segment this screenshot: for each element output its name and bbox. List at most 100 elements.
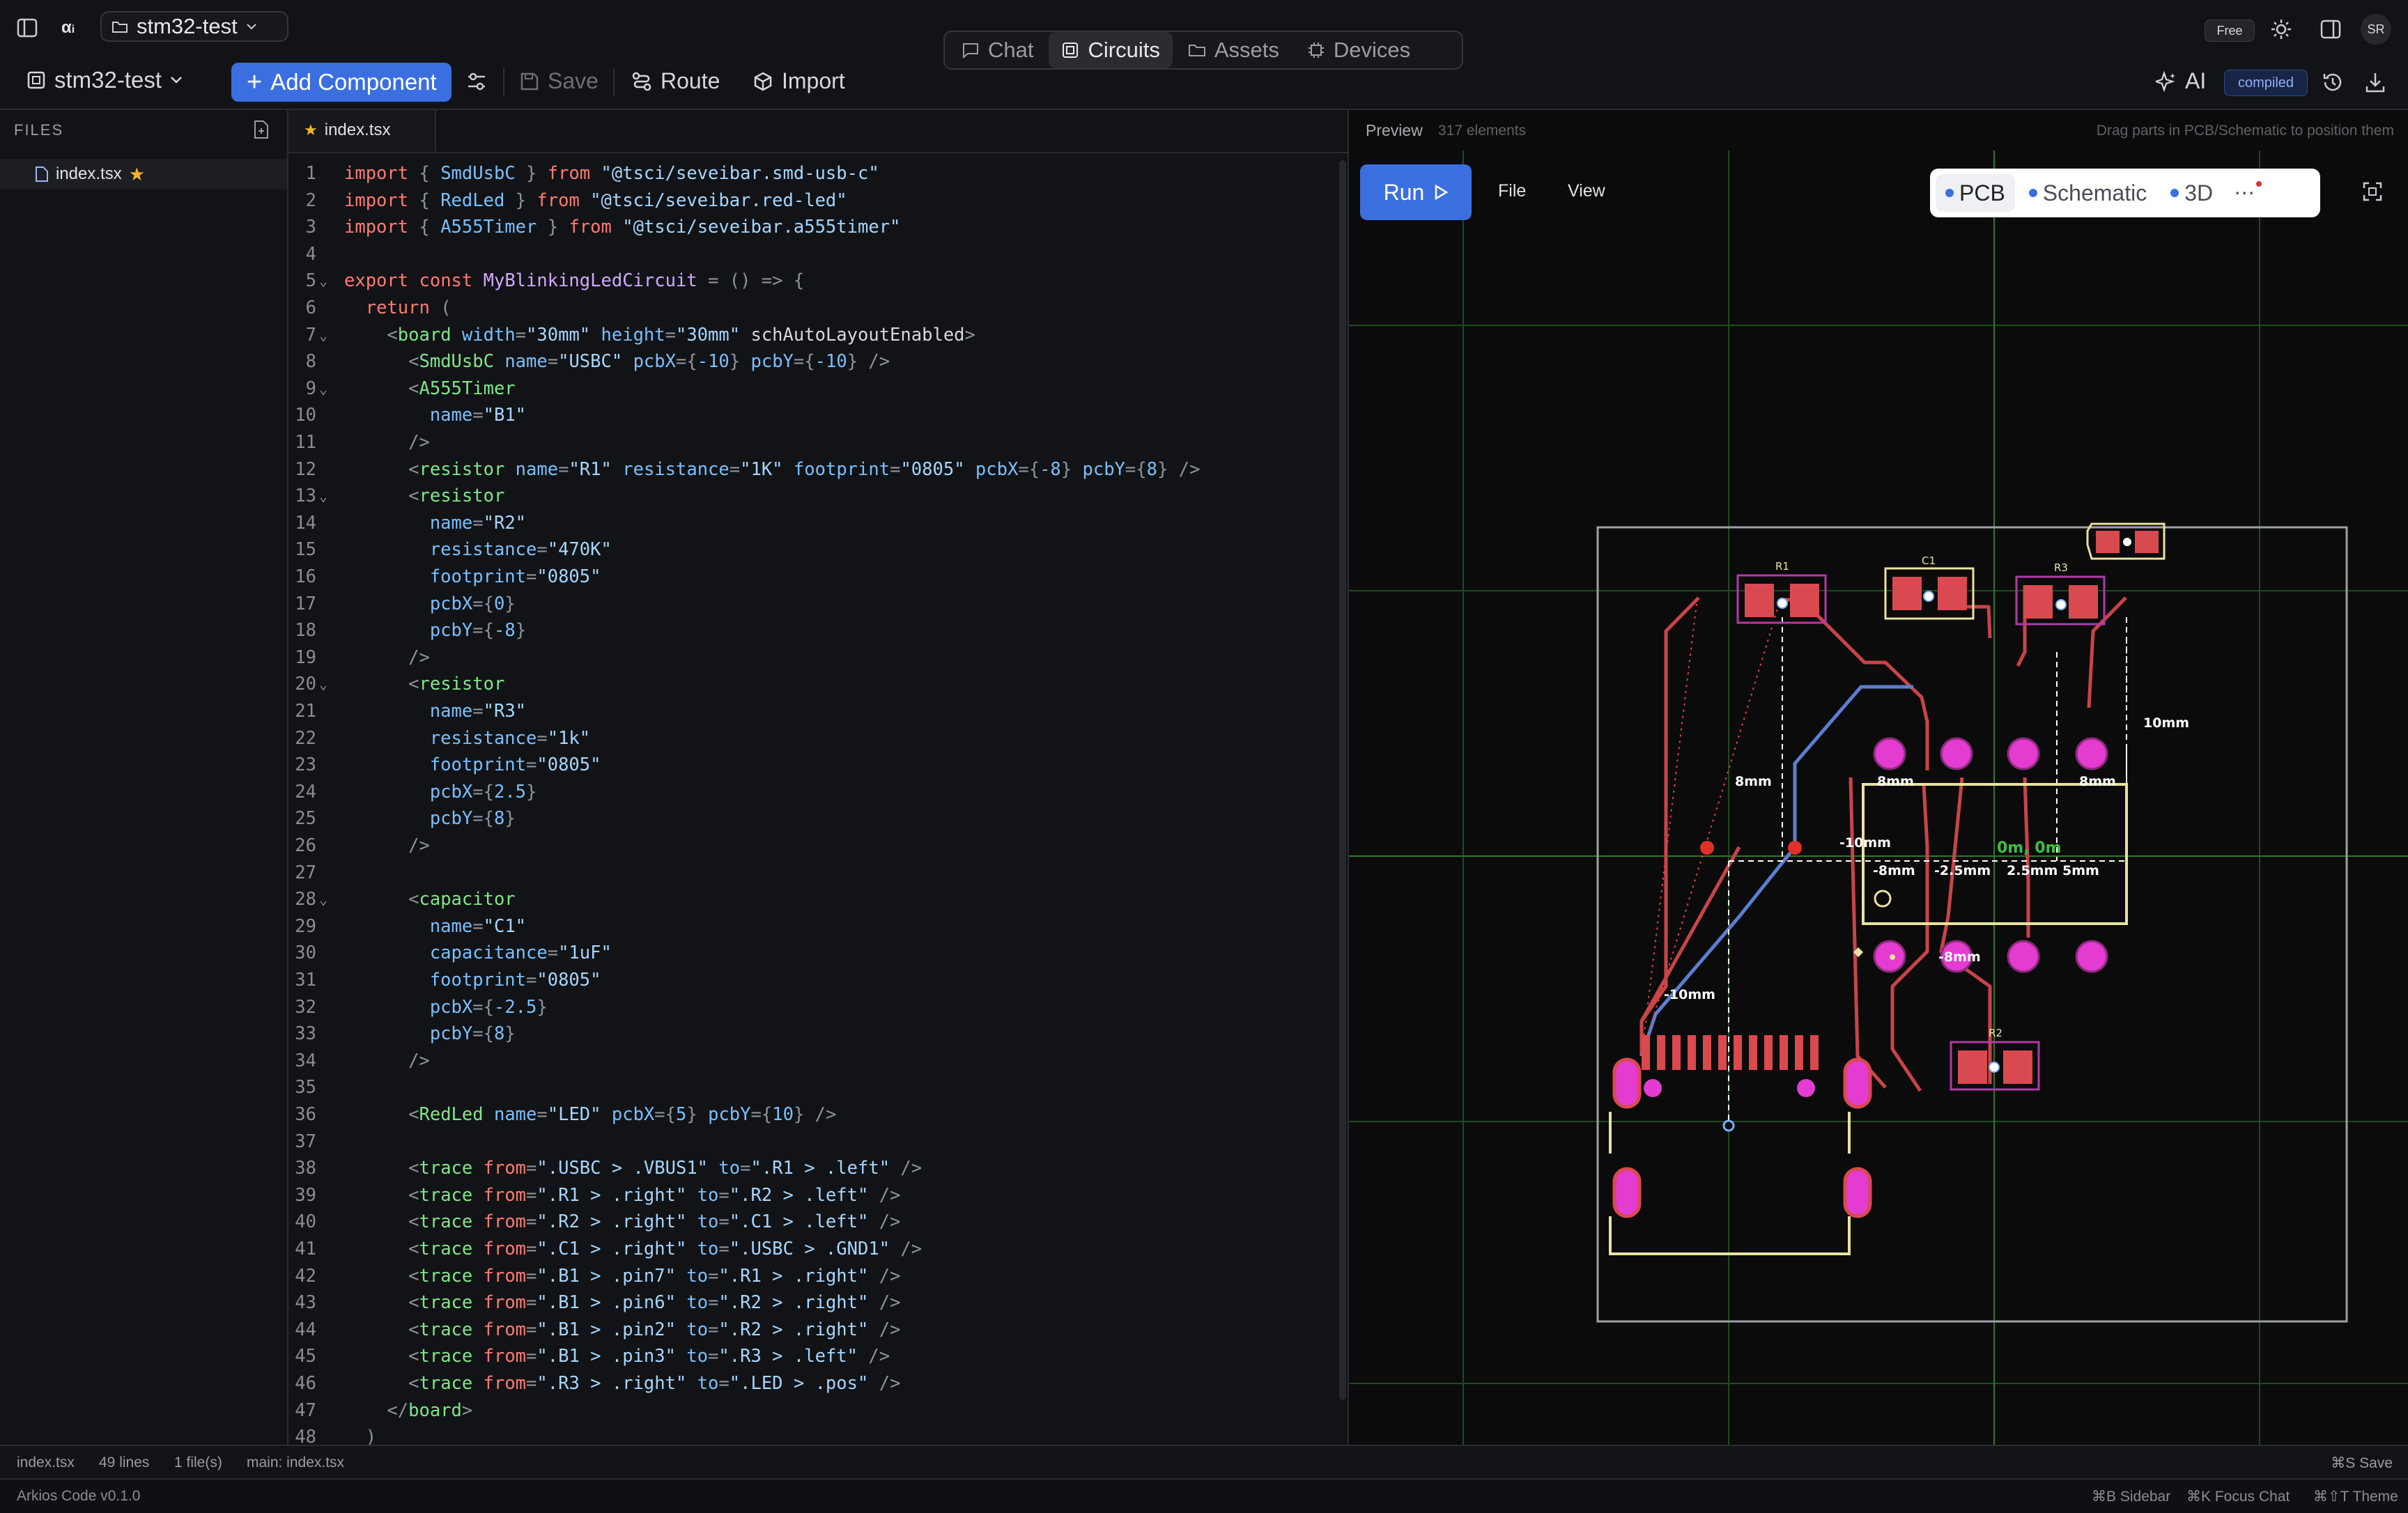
code-line[interactable]: 3 import { A555Timer } from "@tsci/seveib…	[288, 214, 1334, 240]
download-icon[interactable]	[2365, 71, 2386, 93]
code-text: <resistor name="R1" resistance="1K" foot…	[408, 458, 1201, 480]
code-line[interactable]: 38 <trace from=".USBC > .VBUS1" to=".R1 …	[288, 1155, 1334, 1181]
avatar[interactable]: SR	[2361, 14, 2391, 45]
fold-chevron-icon[interactable]: ⌄	[319, 375, 327, 402]
chevron-down-icon	[247, 24, 256, 30]
file-item-index[interactable]: index.tsx ★	[0, 159, 287, 189]
theme-toggle-icon[interactable]	[2270, 18, 2292, 40]
fold-chevron-icon[interactable]: ⌄	[319, 671, 327, 697]
fold-chevron-icon[interactable]: ⌄	[319, 886, 327, 913]
sidebar-toggle-icon[interactable]	[17, 18, 38, 38]
project-select[interactable]: stm32-test	[26, 67, 183, 93]
line-number: 8	[305, 351, 316, 373]
code-area[interactable]: 1 import { SmdUsbC } from "@tsci/seveibar…	[288, 160, 1334, 1445]
code-line[interactable]: 41 <trace from=".C1 > .right" to=".USBC …	[288, 1236, 1334, 1262]
tab-pcb[interactable]: PCB	[1936, 174, 2015, 212]
code-text: pcbX={-2.5}	[429, 996, 548, 1018]
line-number: 33	[295, 1023, 316, 1045]
save-button[interactable]: Save	[520, 68, 599, 94]
code-line[interactable]: 28 ⌄ <capacitor	[288, 886, 1334, 913]
add-component-button[interactable]: + Add Component	[231, 63, 452, 102]
tab-index-tsx[interactable]: ★ index.tsx	[288, 110, 436, 152]
code-line[interactable]: 33 pcbY={8}	[288, 1021, 1334, 1047]
code-line[interactable]: 1 import { SmdUsbC } from "@tsci/seveibar…	[288, 160, 1334, 187]
import-button[interactable]: Import	[752, 68, 845, 94]
line-number: 34	[295, 1050, 316, 1071]
code-line[interactable]: 36 <RedLed name="LED" pcbX={5} pcbY={10}…	[288, 1101, 1334, 1128]
more-options-icon[interactable]: ⋯	[2227, 180, 2262, 205]
settings-sliders-icon[interactable]	[465, 71, 488, 92]
tab-devices[interactable]: Devices	[1295, 32, 1423, 68]
code-line[interactable]: 48 )	[288, 1424, 1334, 1445]
panel-layout-icon[interactable]	[2320, 20, 2341, 39]
code-line[interactable]: 15 resistance="470K"	[288, 536, 1334, 563]
project-switcher[interactable]: stm32-test	[100, 11, 288, 42]
code-line[interactable]: 22 resistance="1k"	[288, 725, 1334, 752]
app-version: Arkios Code v0.1.0	[17, 1488, 141, 1504]
code-line[interactable]: 4	[288, 241, 1334, 267]
code-line[interactable]: 26 />	[288, 832, 1334, 859]
run-button[interactable]: Run	[1360, 164, 1472, 220]
code-line[interactable]: 11 />	[288, 429, 1334, 456]
code-line[interactable]: 47 </board>	[288, 1397, 1334, 1424]
code-line[interactable]: 2 import { RedLed } from "@tsci/seveibar.…	[288, 187, 1334, 214]
menu-file[interactable]: File	[1498, 181, 1526, 201]
fullscreen-icon[interactable]	[2362, 181, 2383, 202]
code-line[interactable]: 35	[288, 1074, 1334, 1101]
code-line[interactable]: 8 <SmdUsbC name="USBC" pcbX={-10} pcbY={…	[288, 348, 1334, 375]
code-line[interactable]: 44 <trace from=".B1 > .pin2" to=".R2 > .…	[288, 1317, 1334, 1343]
tab-3d[interactable]: 3D	[2161, 174, 2223, 212]
code-line[interactable]: 19 />	[288, 644, 1334, 671]
code-line[interactable]: 10 name="B1"	[288, 402, 1334, 428]
line-number: 30	[295, 942, 316, 964]
code-line[interactable]: 42 <trace from=".B1 > .pin7" to=".R1 > .…	[288, 1263, 1334, 1289]
code-line[interactable]: 9 ⌄ <A555Timer	[288, 375, 1334, 402]
code-line[interactable]: 14 name="R2"	[288, 510, 1334, 536]
tab-schematic[interactable]: Schematic	[2019, 174, 2156, 212]
code-line[interactable]: 17 pcbX={0}	[288, 591, 1334, 617]
code-line[interactable]: 37	[288, 1128, 1334, 1155]
code-line[interactable]: 43 <trace from=".B1 > .pin6" to=".R2 > .…	[288, 1289, 1334, 1316]
new-file-icon[interactable]	[252, 120, 270, 139]
line-number: 1	[305, 163, 316, 184]
tab-assets[interactable]: Assets	[1175, 32, 1292, 68]
tab-circuits[interactable]: Circuits	[1049, 32, 1173, 68]
preview-panel: Preview 317 elements Drag parts in PCB/S…	[1348, 110, 2408, 1445]
code-line[interactable]: 40 <trace from=".R2 > .right" to=".C1 > …	[288, 1209, 1334, 1235]
menu-view[interactable]: View	[1568, 181, 1605, 201]
code-line[interactable]: 20 ⌄ <resistor	[288, 671, 1334, 697]
code-text: />	[408, 1050, 430, 1071]
code-line[interactable]: 6 return (	[288, 295, 1334, 321]
fold-chevron-icon[interactable]: ⌄	[319, 322, 327, 348]
code-editor[interactable]: ★ index.tsx 1 import { SmdUsbC } from "@t…	[288, 110, 1348, 1445]
code-line[interactable]: 27	[288, 860, 1334, 886]
editor-scrollbar[interactable]	[1339, 160, 1346, 1400]
code-line[interactable]: 7 ⌄ <board width="30mm" height="30mm" sch…	[288, 322, 1334, 348]
code-line[interactable]: 32 pcbX={-2.5}	[288, 994, 1334, 1021]
code-line[interactable]: 25 pcbY={8}	[288, 805, 1334, 832]
ai-button[interactable]: AI	[2156, 68, 2206, 94]
preview-title: Preview	[1366, 121, 1423, 139]
code-line[interactable]: 45 <trace from=".B1 > .pin3" to=".R3 > .…	[288, 1343, 1334, 1370]
code-line[interactable]: 13 ⌄ <resistor	[288, 483, 1334, 509]
code-line[interactable]: 21 name="R3"	[288, 698, 1334, 724]
code-line[interactable]: 29 name="C1"	[288, 913, 1334, 940]
code-line[interactable]: 24 pcbX={2.5}	[288, 779, 1334, 805]
code-line[interactable]: 46 <trace from=".R3 > .right" to=".LED >…	[288, 1370, 1334, 1397]
code-line[interactable]: 18 pcbY={-8}	[288, 617, 1334, 644]
fold-chevron-icon[interactable]: ⌄	[319, 267, 327, 294]
pcb-canvas[interactable]: R1 C1 R3 R2 8mm 10mm 8mm 8mm -10mm -8mm …	[1349, 150, 2408, 1445]
route-button[interactable]: Route	[631, 68, 720, 94]
fold-chevron-icon[interactable]: ⌄	[319, 483, 327, 509]
code-line[interactable]: 23 footprint="0805"	[288, 752, 1334, 778]
code-line[interactable]: 31 footprint="0805"	[288, 967, 1334, 993]
code-line[interactable]: 12 <resistor name="R1" resistance="1K" f…	[288, 456, 1334, 483]
code-line[interactable]: 30 capacitance="1uF"	[288, 940, 1334, 966]
line-number: 23	[295, 754, 316, 776]
code-line[interactable]: 39 <trace from=".R1 > .right" to=".R2 > …	[288, 1182, 1334, 1209]
history-icon[interactable]	[2322, 71, 2344, 93]
tab-chat[interactable]: Chat	[949, 32, 1046, 68]
code-line[interactable]: 5 ⌄ export const MyBlinkingLedCircuit = ()…	[288, 267, 1334, 294]
code-line[interactable]: 16 footprint="0805"	[288, 564, 1334, 590]
code-line[interactable]: 34 />	[288, 1048, 1334, 1074]
